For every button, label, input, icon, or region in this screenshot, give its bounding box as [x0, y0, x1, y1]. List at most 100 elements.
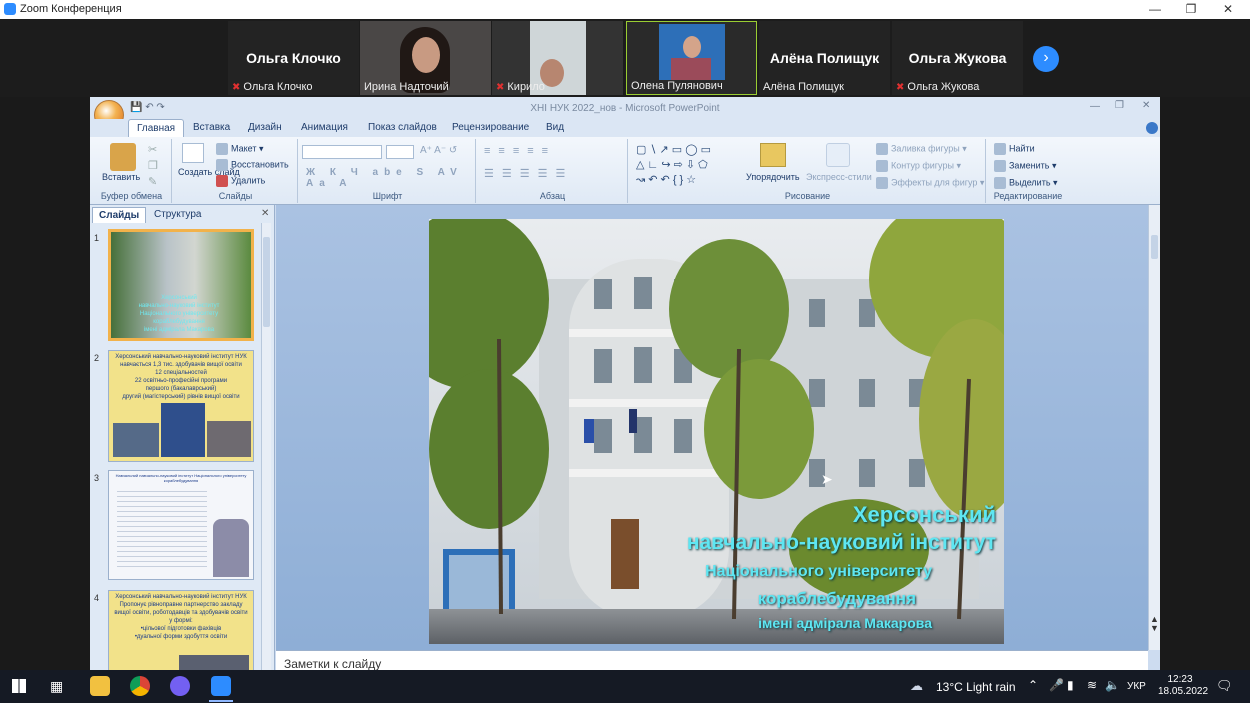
battery-icon[interactable]: ▮ — [1067, 678, 1074, 692]
participant-tile[interactable]: Алёна Полищук Алёна Полищук — [759, 21, 890, 95]
tab-animation[interactable]: Анимация — [293, 119, 356, 137]
minimize-button[interactable]: — — [1137, 0, 1173, 19]
windows-taskbar: ▦ ☁ 13°C Light rain ⌃ 🎤 ▮ ≋ 🔈 УКР 12:23 … — [0, 670, 1250, 703]
tab-outline[interactable]: Структура — [148, 207, 207, 223]
prev-next-slide-icon[interactable]: ▲ ▼ — [1150, 615, 1159, 633]
tab-view[interactable]: Вид — [538, 119, 572, 137]
thumbnail-number: 2 — [94, 353, 100, 363]
font-name-select[interactable] — [302, 145, 382, 159]
ppt-minimize-button[interactable]: — — [1090, 101, 1100, 112]
drawing-group-label: Рисование — [784, 191, 831, 201]
volume-icon[interactable]: 🔈 — [1105, 678, 1120, 692]
participant-tile-video[interactable]: Ирина Надточий — [360, 21, 491, 95]
thumbnail-text: •цільової підготовки фахівців — [140, 626, 222, 632]
tab-home[interactable]: Главная — [128, 119, 185, 137]
tab-review[interactable]: Рецензирование — [444, 119, 537, 137]
shape-effects-button[interactable]: Эффекты для фигур ▾ — [876, 177, 984, 189]
thumbnail-text: Навчальний навчально-науковий інститут Н… — [115, 473, 247, 483]
delete-button[interactable]: Удалить — [216, 175, 265, 187]
participant-video-face — [412, 37, 440, 73]
shape-outline-button[interactable]: Контур фигуры ▾ — [876, 160, 961, 172]
notifications-icon[interactable]: 🗨 — [1216, 678, 1233, 694]
viber-icon[interactable] — [170, 676, 190, 696]
wifi-icon[interactable]: ≋ — [1087, 678, 1097, 692]
copy-icon[interactable]: ❐ — [148, 159, 158, 172]
next-participants-button[interactable]: › — [1033, 46, 1059, 72]
quick-styles-button[interactable]: Экспресс-стили — [806, 172, 872, 182]
format-buttons[interactable]: Ж К Ч abe S AV Aa A — [306, 167, 475, 189]
clock[interactable]: 12:23 18.05.2022 — [1158, 674, 1209, 698]
pane-scrollbar[interactable] — [261, 223, 271, 670]
participant-tile[interactable]: Ольга Клочко ✖ Ольга Клочко — [228, 21, 359, 95]
restore-button[interactable]: ❐ — [1173, 0, 1209, 19]
weather-text[interactable]: 13°C Light rain — [936, 680, 1016, 694]
thumbnail-text: імені адмірала Макарова — [143, 327, 215, 333]
clock-date: 18.05.2022 — [1158, 686, 1209, 697]
thumbnail-text: 12 спеціальностей — [155, 370, 207, 376]
participant-caption: Олена Пулянович — [631, 80, 723, 92]
list-buttons[interactable]: ≡≡≡≡≡ — [484, 145, 556, 157]
slide-thumbnail-2[interactable]: Херсонський навчально-науковий інститут … — [108, 350, 254, 462]
slide-thumbnail-4[interactable]: Херсонський навчально-науковий інститут … — [108, 590, 254, 670]
thumbnail-text: Пропонує рівноправне партнерство закладу — [119, 602, 243, 608]
pane-scroll-thumb[interactable] — [263, 237, 270, 327]
zoom-title-bar: Zoom Конференция — ❐ ✕ — [0, 0, 1250, 19]
chrome-icon[interactable] — [130, 676, 150, 696]
windows-start-icon[interactable] — [12, 679, 26, 693]
file-explorer-icon[interactable] — [90, 676, 110, 696]
slide-scroll-thumb[interactable] — [1151, 235, 1158, 259]
find-button[interactable]: Найти — [994, 143, 1035, 155]
help-icon[interactable] — [1146, 122, 1158, 134]
arrange-button[interactable]: Упорядочить — [746, 172, 800, 182]
close-pane-icon[interactable]: ✕ — [261, 208, 269, 219]
thumbnail-text: навчається 1,3 тис. здобувачів вищої осв… — [120, 362, 242, 368]
slide-thumbnail-1[interactable]: Херсонський навчально-науковий інститут … — [108, 229, 254, 341]
thumbnail-photo — [207, 421, 251, 457]
language-indicator[interactable]: УКР — [1127, 681, 1146, 692]
thumbnail-text: •дуальної форми здобуття освіти — [134, 634, 228, 640]
font-size-select[interactable] — [386, 145, 414, 159]
current-slide[interactable]: Херсонський навчально-науковий інститут … — [429, 219, 1004, 644]
slide-title-line4: кораблебудування — [757, 589, 916, 608]
notes-area[interactable]: Заметки к слайду — [276, 650, 1148, 670]
task-view-icon[interactable]: ▦ — [50, 678, 63, 695]
format-painter-icon[interactable]: ✎ — [148, 175, 157, 188]
muted-mic-icon: ✖ — [232, 82, 241, 93]
layout-button[interactable]: Макет ▾ — [216, 143, 264, 155]
zoom-taskbar-icon[interactable] — [211, 676, 231, 696]
tab-slideshow[interactable]: Показ слайдов — [360, 119, 445, 137]
tab-slides[interactable]: Слайды — [92, 207, 147, 223]
shape-fill-button[interactable]: Заливка фигуры ▾ — [876, 143, 967, 155]
thumbnail-text: другий (магістерський) рівнів вищої осві… — [122, 394, 240, 400]
ppt-restore-button[interactable]: ❐ — [1115, 100, 1124, 111]
microphone-icon[interactable]: 🎤 — [1049, 678, 1064, 692]
align-buttons[interactable]: ☰☰☰☰☰ — [484, 167, 573, 180]
weather-cloud-icon[interactable]: ☁ — [910, 678, 923, 694]
participant-tile[interactable]: Ольга Жукова ✖ Ольга Жукова — [892, 21, 1023, 95]
slide-thumbnail-3[interactable]: Навчальний навчально-науковий інститут Н… — [108, 470, 254, 580]
participant-tile-video[interactable]: ✖ Кирило — [492, 21, 623, 95]
fill-icon — [876, 143, 888, 155]
replace-icon — [994, 160, 1006, 172]
close-button[interactable]: ✕ — [1210, 0, 1246, 19]
grow-font-icon[interactable]: A⁺ A⁻ ↺ — [420, 145, 457, 156]
tab-insert[interactable]: Вставка — [185, 119, 238, 137]
select-label: Выделить — [1009, 177, 1051, 188]
cut-icon[interactable]: ✂ — [148, 143, 157, 156]
replace-button[interactable]: Заменить ▾ — [994, 160, 1056, 172]
participant-video-face — [683, 36, 701, 58]
shared-screen-powerpoint: 💾 ↶ ↷ ХНІ НУК 2022_нов - Microsoft Power… — [90, 97, 1160, 670]
shapes-gallery[interactable]: ▢ ∖ ↗ ▭ ◯ ▭ △ ∟ ↪ ⇨ ⇩ ⬠ ↝ ↶ ↶ { } ☆ — [636, 143, 736, 189]
slide-scrollbar[interactable]: ▲ ▼ — [1148, 205, 1160, 650]
participant-tile-active-speaker[interactable]: Олена Пулянович — [626, 21, 757, 95]
editing-group: Найти Заменить ▾ Выделить ▾ Редактирован… — [988, 139, 1068, 203]
paste-button[interactable]: Вставить — [102, 172, 140, 182]
select-button[interactable]: Выделить ▾ — [994, 177, 1058, 189]
participant-caption: ✖ Ольга Клочко — [232, 81, 313, 93]
ppt-close-button[interactable]: ✕ — [1142, 100, 1150, 111]
chevron-up-icon[interactable]: ⌃ — [1028, 678, 1038, 692]
clipboard-group-label: Буфер обмена — [100, 191, 163, 201]
tab-design[interactable]: Дизайн — [240, 119, 290, 137]
slides-group: Создать слайд Макет ▾ Восстановить Удали… — [174, 139, 298, 203]
reset-button[interactable]: Восстановить — [216, 159, 289, 171]
